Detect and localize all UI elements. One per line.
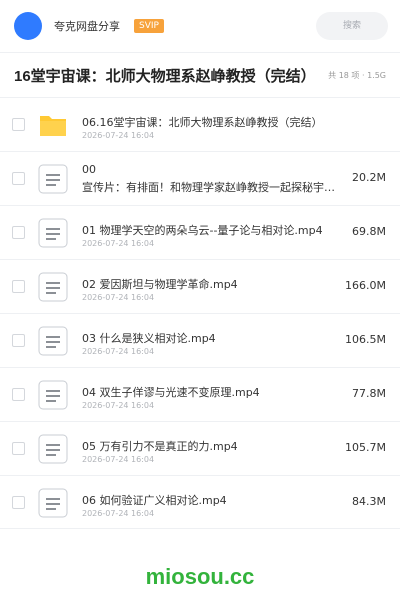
document-icon — [38, 272, 68, 302]
search-input[interactable]: 搜索 — [316, 12, 388, 40]
document-icon — [38, 164, 68, 194]
document-icon — [38, 380, 68, 410]
file-date: 2026-07-24 16:04 — [82, 455, 155, 464]
checkbox[interactable] — [12, 118, 25, 131]
list-item[interactable]: 05 万有引力不是真正的力.mp4 2026-07-24 16:04 105.7… — [0, 421, 400, 475]
file-date: 2026-07-24 16:04 — [82, 239, 155, 248]
file-size: 84.3M — [352, 495, 386, 508]
svip-badge: SVIP — [134, 19, 164, 33]
file-name: 03 什么是狭义相对论.mp4 — [82, 332, 216, 345]
user-name[interactable]: 夸克网盘分享 — [54, 18, 120, 34]
file-size: 69.8M — [352, 225, 386, 238]
file-date: 2026-07-24 16:04 — [82, 401, 155, 410]
checkbox[interactable] — [12, 280, 25, 293]
top-bar: 夸克网盘分享 SVIP 搜索 — [0, 0, 400, 52]
file-date: 2026-07-24 16:04 — [82, 131, 155, 140]
file-date: 2026-07-24 16:04 — [82, 347, 155, 356]
list-item[interactable]: 06.16堂宇宙课：北师大物理系赵峥教授（完结） 2026-07-24 16:0… — [0, 97, 400, 151]
file-size: 77.8M — [352, 387, 386, 400]
checkbox[interactable] — [12, 226, 25, 239]
list-item[interactable]: 03 什么是狭义相对论.mp4 2026-07-24 16:04 106.5M — [0, 313, 400, 367]
file-name: 06 如何验证广义相对论.mp4 — [82, 494, 227, 507]
file-size: 105.7M — [345, 441, 386, 454]
checkbox[interactable] — [12, 334, 25, 347]
list-item[interactable]: 02 爱因斯坦与物理学革命.mp4 2026-07-24 16:04 166.0… — [0, 259, 400, 313]
file-name: 01 物理学天空的两朵乌云--量子论与相对论.mp4 — [82, 224, 323, 237]
file-name-line1: 00 — [82, 163, 96, 176]
file-name: 05 万有引力不是真正的力.mp4 — [82, 440, 238, 453]
checkbox[interactable] — [12, 388, 25, 401]
watermark: miosou.cc — [145, 564, 255, 589]
file-name-line2: 宣传片：有排面！和物理学家赵峥教授一起探秘宇宙.mp4 — [82, 181, 338, 194]
file-date: 2026-07-24 16:04 — [82, 509, 155, 518]
checkbox[interactable] — [12, 496, 25, 509]
document-icon — [38, 218, 68, 248]
folder-icon — [38, 110, 68, 140]
file-size: 106.5M — [345, 333, 386, 346]
list-item[interactable]: 01 物理学天空的两朵乌云--量子论与相对论.mp4 2026-07-24 16… — [0, 205, 400, 259]
file-name: 06.16堂宇宙课：北师大物理系赵峥教授（完结） — [82, 116, 323, 129]
share-meta: 共 18 项 · 1.5G — [328, 70, 386, 80]
checkbox[interactable] — [12, 172, 25, 185]
document-icon — [38, 326, 68, 356]
page-title: 16堂宇宙课：北师大物理系赵峥教授（完结） — [14, 67, 316, 85]
document-icon — [38, 434, 68, 464]
list-item[interactable]: 00 宣传片：有排面！和物理学家赵峥教授一起探秘宇宙.mp4 20.2M — [0, 151, 400, 205]
file-date: 2026-07-24 16:04 — [82, 293, 155, 302]
file-name: 02 爱因斯坦与物理学革命.mp4 — [82, 278, 238, 291]
checkbox[interactable] — [12, 442, 25, 455]
share-title-row: 16堂宇宙课：北师大物理系赵峥教授（完结） 共 18 项 · 1.5G — [0, 53, 400, 97]
file-list: 06.16堂宇宙课：北师大物理系赵峥教授（完结） 2026-07-24 16:0… — [0, 97, 400, 529]
file-name: 04 双生子佯谬与光速不变原理.mp4 — [82, 386, 260, 399]
document-icon — [38, 488, 68, 518]
avatar[interactable] — [14, 12, 42, 40]
list-item[interactable]: 06 如何验证广义相对论.mp4 2026-07-24 16:04 84.3M — [0, 475, 400, 529]
list-item[interactable]: 04 双生子佯谬与光速不变原理.mp4 2026-07-24 16:04 77.… — [0, 367, 400, 421]
file-name: 00 宣传片：有排面！和物理学家赵峥教授一起探秘宇宙.mp4 — [82, 161, 338, 197]
file-size: 20.2M — [352, 171, 386, 184]
file-size: 166.0M — [345, 279, 386, 292]
